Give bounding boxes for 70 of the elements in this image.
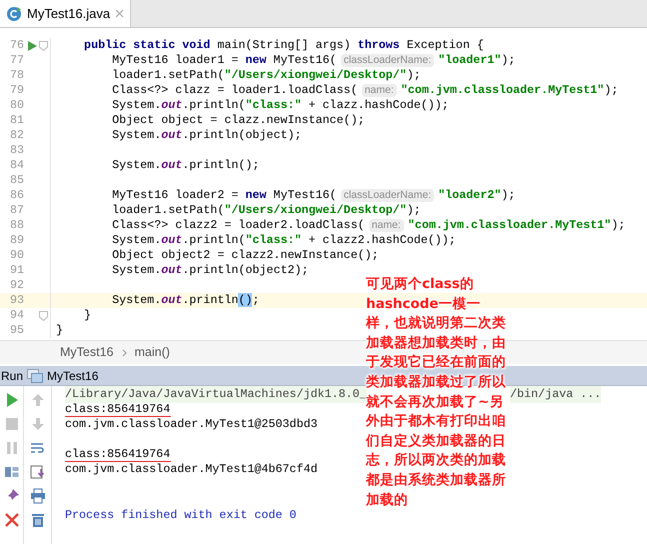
line-number: 82 [8,126,24,144]
code-line: System.out.println(object); [111,126,302,144]
line-number: 90 [8,246,24,264]
code-line: } [55,322,64,339]
line-number: 77 [8,52,24,69]
line-number: 89 [8,232,24,249]
code-line: loader1.setPath("/Users/xiongwei/Desktop/"); [111,202,421,219]
code-line: MyTest16 loader2 = new MyTest16( classLoaderName: "loader2"); [111,186,516,204]
parameter-hint: name: [362,84,397,97]
fold-icon[interactable] [39,40,48,50]
line-number: 85 [8,172,24,189]
line-number: 76 [8,36,24,54]
line-number: 84 [8,156,24,174]
code-line: System.out.println(); [111,292,260,309]
run-config-title[interactable]: MyTest16 [47,366,98,384]
down-arrow-icon[interactable] [30,416,46,432]
breadcrumb-item[interactable]: main() [134,343,170,362]
print-icon[interactable] [30,488,46,504]
code-line: System.out.println("class:" + clazz.hashCode()); [111,96,449,114]
line-number: 87 [8,202,24,219]
line-number: 91 [8,262,24,279]
code-line: public static void main(String[] args) throws Exception { [83,36,484,54]
parameter-hint: classLoaderName: [340,54,434,67]
code-line: System.out.println(); [111,156,260,174]
code-line: } [83,306,92,324]
line-number: 79 [8,82,24,99]
code-line: Class<?> clazz2 = loader2.loadClass( name: "com.jvm.classloader.MyTest1"); [111,216,626,234]
tab-title: MyTest16.java [27,4,110,23]
code-line: Object object = clazz.newInstance(); [111,112,365,129]
line-number: 94 [8,306,24,324]
code-line: System.out.println("class:" + clazz2.hashCode()); [111,232,456,249]
line-number: 80 [8,96,24,114]
scroll-to-end-icon[interactable] [30,464,46,480]
panel-label: Run [0,368,24,384]
annotation-text: 可见两个class的hashcode一模一样，也就说明第二次类加载器想加载类时，由于发现它已经在前面的类加载器加载过了所以就不会再次加载了~另外由于都木有打印出咱们自定义类加载器的日志，所以两次类的加载都是由系统类加载器所加载的 [366,275,506,510]
console-command: /Library/Java/JavaVirtualMachines/jdk1.8.0_ [65,386,367,404]
line-number: 86 [8,186,24,204]
console-output: class:856419764 [65,447,170,461]
line-number: 93 [8,292,24,309]
code-line: Object object2 = clazz2.newInstance(); [111,246,379,264]
line-number: 92 [8,276,24,294]
console-output: class:856419764 [65,402,170,416]
line-number: 78 [8,66,24,84]
console-output: com.jvm.classloader.MyTest1@4b67cf4d [65,462,318,476]
parameter-hint: classLoaderName: [340,188,434,202]
editor-tab[interactable]: MyTest16.java [0,0,132,27]
line-number: 95 [8,322,24,339]
stop-icon[interactable] [4,416,20,432]
line-number: 81 [8,112,24,129]
trash-icon[interactable] [30,512,46,528]
code-line: Class<?> clazz = loader1.loadClass( name: "com.jvm.classloader.MyTest1"); [111,82,618,99]
window-icon [27,368,44,382]
fold-icon[interactable] [39,310,48,320]
layout-icon[interactable] [4,464,20,480]
breadcrumb-item[interactable]: MyTest16 [60,343,114,362]
up-arrow-icon[interactable] [30,392,46,408]
run-icon[interactable] [28,40,37,50]
close-icon[interactable] [115,9,124,18]
console-exit-message: Process finished with exit code 0 [65,507,298,522]
console-command: /bin/java ... [510,386,602,404]
chevron-icon [122,348,126,356]
code-line: System.out.println(object2); [111,262,309,279]
class-file-icon [6,6,22,22]
parameter-hint: name: [368,218,404,232]
line-number: 83 [8,142,24,159]
close-icon[interactable] [4,512,20,528]
code-line: loader1.setPath("/Users/xiongwei/Desktop/"); [111,66,421,84]
line-number: 88 [8,216,24,234]
code-line: MyTest16 loader1 = new MyTest16( classLoaderName: "loader1"); [111,52,516,69]
console-output: com.jvm.classloader.MyTest1@2503dbd3 [65,417,318,431]
